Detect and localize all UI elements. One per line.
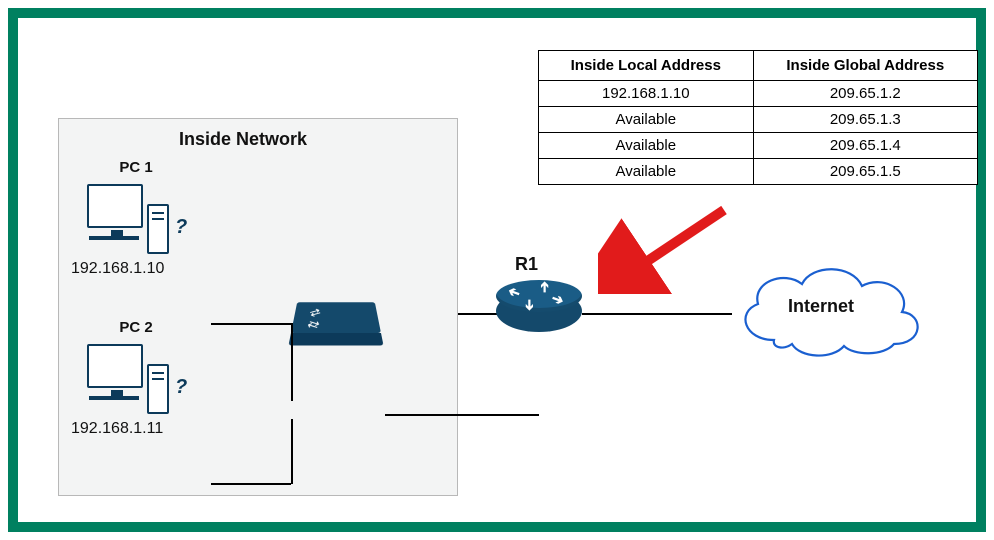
link-line (385, 414, 539, 416)
pc1: PC 1 ? 192.168.1.10 (81, 159, 221, 278)
computer-icon: ? (81, 338, 191, 418)
cloud-label: Internet (788, 296, 854, 317)
router-label: R1 (515, 254, 538, 275)
switch-icon: ⇄ ⇄ (291, 291, 381, 333)
question-mark-icon: ? (175, 376, 187, 399)
pc1-ip: 192.168.1.10 (71, 260, 221, 278)
pc2-ip: 192.168.1.11 (71, 420, 221, 438)
diagram-frame: Inside Network PC 1 ? 192.168.1.10 PC 2 … (8, 8, 986, 532)
inside-network-box: Inside Network PC 1 ? 192.168.1.10 PC 2 … (58, 118, 458, 496)
col-header-global: Inside Global Address (753, 51, 977, 81)
cell-global: 209.65.1.3 (753, 107, 977, 133)
table-header-row: Inside Local Address Inside Global Addre… (539, 51, 978, 81)
cell-global: 209.65.1.4 (753, 133, 977, 159)
link-line (291, 323, 293, 401)
pc1-label: PC 1 (51, 159, 221, 176)
cell-local: 192.168.1.10 (539, 81, 754, 107)
router-icon: ➔ ➔ ➔ ➔ (496, 280, 582, 344)
arrow-callout-icon (598, 204, 738, 294)
link-line (211, 323, 291, 325)
computer-icon: ? (81, 178, 191, 258)
cell-local: Available (539, 159, 754, 185)
table-row: Available 209.65.1.4 (539, 133, 978, 159)
cell-global: 209.65.1.2 (753, 81, 977, 107)
table-row: Available 209.65.1.3 (539, 107, 978, 133)
link-line (458, 313, 498, 315)
link-line (291, 419, 293, 484)
cell-local: Available (539, 107, 754, 133)
table-row: Available 209.65.1.5 (539, 159, 978, 185)
col-header-local: Inside Local Address (539, 51, 754, 81)
inside-network-title: Inside Network (179, 129, 307, 150)
cell-global: 209.65.1.5 (753, 159, 977, 185)
pc2-label: PC 2 (51, 319, 221, 336)
table-row: 192.168.1.10 209.65.1.2 (539, 81, 978, 107)
pc2: PC 2 ? 192.168.1.11 (81, 319, 221, 438)
link-line (582, 313, 732, 315)
question-mark-icon: ? (175, 216, 187, 239)
cell-local: Available (539, 133, 754, 159)
nat-translation-table: Inside Local Address Inside Global Addre… (538, 50, 978, 185)
link-line (211, 483, 291, 485)
